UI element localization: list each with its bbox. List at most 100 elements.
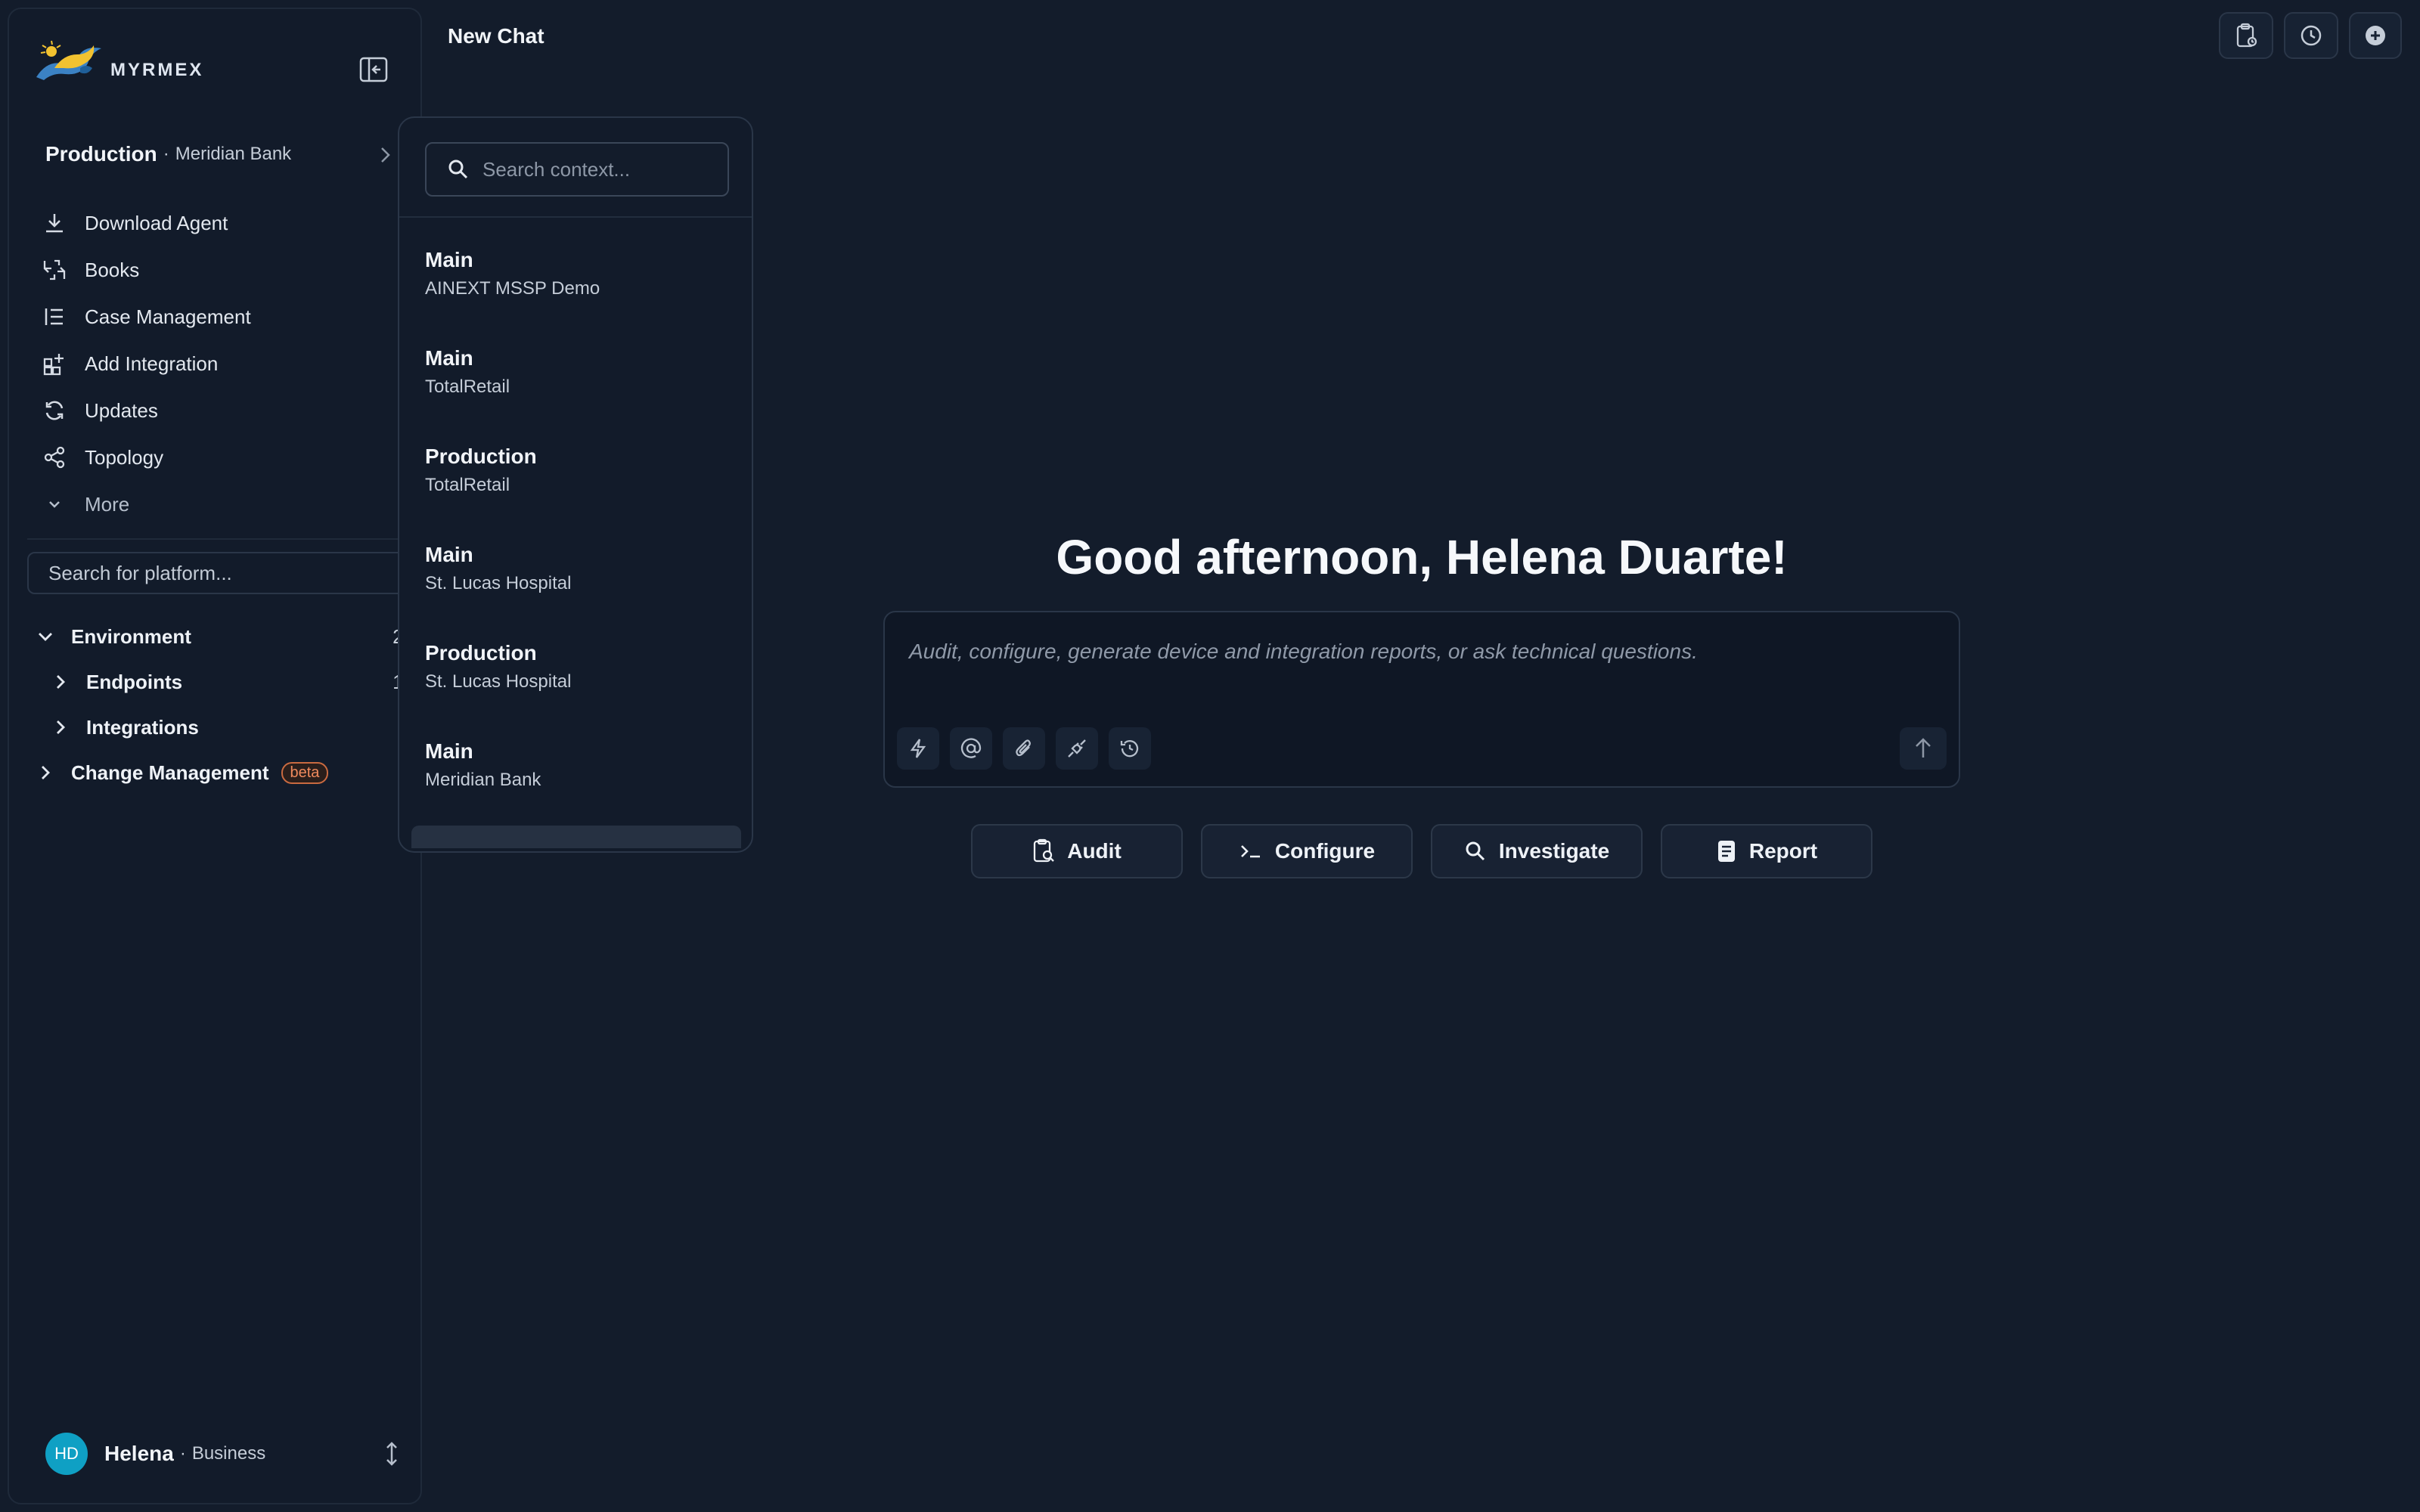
lightning-icon	[910, 739, 926, 758]
nav-item-label: Download Agent	[85, 211, 228, 234]
beta-badge: beta	[281, 761, 329, 784]
context-item[interactable]: Main Meridian Bank	[425, 738, 729, 836]
app-root: MYRMEX Production · Meridian Bank Downlo…	[0, 0, 2420, 1512]
user-menu[interactable]: HD Helena · Business	[45, 1430, 401, 1477]
nav-item-case-management[interactable]: Case Management	[41, 293, 404, 340]
context-item-title: Main	[425, 248, 473, 271]
plug-icon	[1068, 739, 1086, 758]
investigate-button[interactable]: Investigate	[1431, 824, 1643, 878]
report-button[interactable]: Report	[1661, 824, 1872, 878]
history-icon	[1120, 740, 1139, 758]
context-item-subtitle: TotalRetail	[425, 475, 510, 495]
chevron-down-icon	[41, 491, 68, 518]
page-title: New Chat	[448, 24, 544, 48]
context-item-title: Main	[425, 543, 473, 566]
report-icon	[1716, 839, 1737, 863]
add-integration-icon	[41, 350, 68, 377]
tree-item-endpoints[interactable]: Endpoints 16	[32, 659, 414, 705]
search-icon	[1464, 840, 1487, 863]
tree-item-environment[interactable]: Environment 22	[32, 614, 414, 659]
share-icon	[41, 444, 68, 471]
history-tool-button[interactable]	[1109, 727, 1151, 770]
nav-item-more[interactable]: More	[41, 481, 404, 528]
arrow-up-icon	[1916, 738, 1931, 758]
download-icon	[41, 209, 68, 237]
search-icon	[448, 160, 468, 179]
context-item-title: Main	[425, 739, 473, 763]
chevron-right-icon[interactable]	[32, 759, 59, 786]
context-item[interactable]: Production TotalRetail	[425, 443, 729, 541]
new-chat-button[interactable]	[2349, 12, 2402, 59]
context-item[interactable]: Main TotalRetail	[425, 345, 729, 443]
integration-button[interactable]	[1056, 727, 1098, 770]
chevron-right-icon[interactable]	[47, 668, 74, 696]
action-label: Audit	[1067, 839, 1122, 863]
composer-placeholder: Audit, configure, generate device and in…	[909, 640, 1698, 663]
context-item[interactable]: Main AINEXT MSSP Demo	[425, 246, 729, 345]
environment-selector[interactable]: Production · Meridian Bank	[45, 139, 393, 169]
tree-item-label: Change Management	[71, 761, 269, 784]
nav-item-download-agent[interactable]: Download Agent	[41, 200, 404, 246]
collapse-sidebar-button[interactable]	[358, 54, 389, 85]
context-item-title: Production	[425, 641, 537, 665]
audit-button[interactable]: Audit	[971, 824, 1183, 878]
send-button[interactable]	[1900, 727, 1947, 770]
context-item[interactable]: Production St. Lucas Hospital	[425, 640, 729, 738]
terminal-icon	[1239, 841, 1263, 862]
chevron-right-icon	[381, 147, 390, 163]
nav-item-label: Add Integration	[85, 352, 219, 375]
tree-item-integrations[interactable]: Integrations 6	[32, 705, 414, 750]
context-item-subtitle: Meridian Bank	[425, 770, 541, 790]
quick-action-button[interactable]	[897, 727, 939, 770]
nav-item-label: Topology	[85, 445, 164, 469]
mention-button[interactable]	[950, 727, 992, 770]
logo[interactable]: MYRMEX	[32, 38, 203, 83]
action-label: Report	[1748, 839, 1818, 863]
context-list-next-item[interactable]	[411, 826, 741, 848]
popup-divider	[399, 216, 752, 218]
nav-item-label: Updates	[85, 398, 158, 422]
top-actions	[2219, 12, 2402, 59]
context-search-field[interactable]	[425, 142, 729, 197]
environment-separator: ·	[163, 144, 169, 164]
configure-button[interactable]: Configure	[1201, 824, 1413, 878]
history-button[interactable]	[2284, 12, 2338, 59]
context-item[interactable]: Main St. Lucas Hospital	[425, 541, 729, 640]
tree-item-label: Environment	[71, 624, 191, 648]
sidebar-nav: Download Agent Books Case Management Add…	[41, 200, 404, 528]
context-item-subtitle: AINEXT MSSP Demo	[425, 278, 600, 299]
chevron-right-icon[interactable]	[47, 714, 74, 741]
chevron-down-icon[interactable]	[32, 623, 59, 650]
nav-item-label: More	[85, 492, 130, 516]
platform-search-input[interactable]: Search for platform...	[27, 552, 436, 594]
user-plan: Business	[191, 1443, 266, 1464]
user-name: Helena	[104, 1442, 174, 1465]
context-search-input[interactable]	[482, 157, 709, 181]
at-icon	[960, 738, 982, 758]
chat-composer[interactable]: Audit, configure, generate device and in…	[883, 611, 1960, 788]
nav-item-books[interactable]: Books	[41, 246, 404, 293]
attach-button[interactable]	[1003, 727, 1045, 770]
clock-icon	[2301, 25, 2322, 46]
nav-item-topology[interactable]: Topology	[41, 434, 404, 481]
tree-item-change-management[interactable]: Change Management beta 0	[32, 750, 414, 795]
environment-tree: Environment 22 Endpoints 16 Integrations…	[32, 614, 414, 795]
nav-item-updates[interactable]: Updates	[41, 387, 404, 434]
nav-item-add-integration[interactable]: Add Integration	[41, 340, 404, 387]
audit-icon	[1032, 838, 1055, 864]
quick-actions: Audit Configure Investigate Report	[971, 824, 1872, 878]
action-label: Investigate	[1498, 839, 1610, 863]
clipboard-button[interactable]	[2219, 12, 2273, 59]
context-item-subtitle: TotalRetail	[425, 376, 510, 397]
paperclip-icon	[1016, 739, 1031, 757]
platform-search-placeholder: Search for platform...	[48, 561, 232, 584]
context-item-subtitle: St. Lucas Hospital	[425, 573, 572, 593]
context-item-subtitle: St. Lucas Hospital	[425, 671, 572, 692]
myrmex-logo-icon	[36, 40, 101, 80]
context-popup: Main AINEXT MSSP Demo Main TotalRetail P…	[398, 116, 753, 853]
collapse-sidebar-icon	[359, 57, 388, 82]
app-name: MYRMEX	[110, 60, 204, 80]
tree-item-label: Integrations	[86, 715, 199, 739]
avatar: HD	[45, 1433, 88, 1475]
environment-org: Meridian Bank	[175, 144, 292, 164]
